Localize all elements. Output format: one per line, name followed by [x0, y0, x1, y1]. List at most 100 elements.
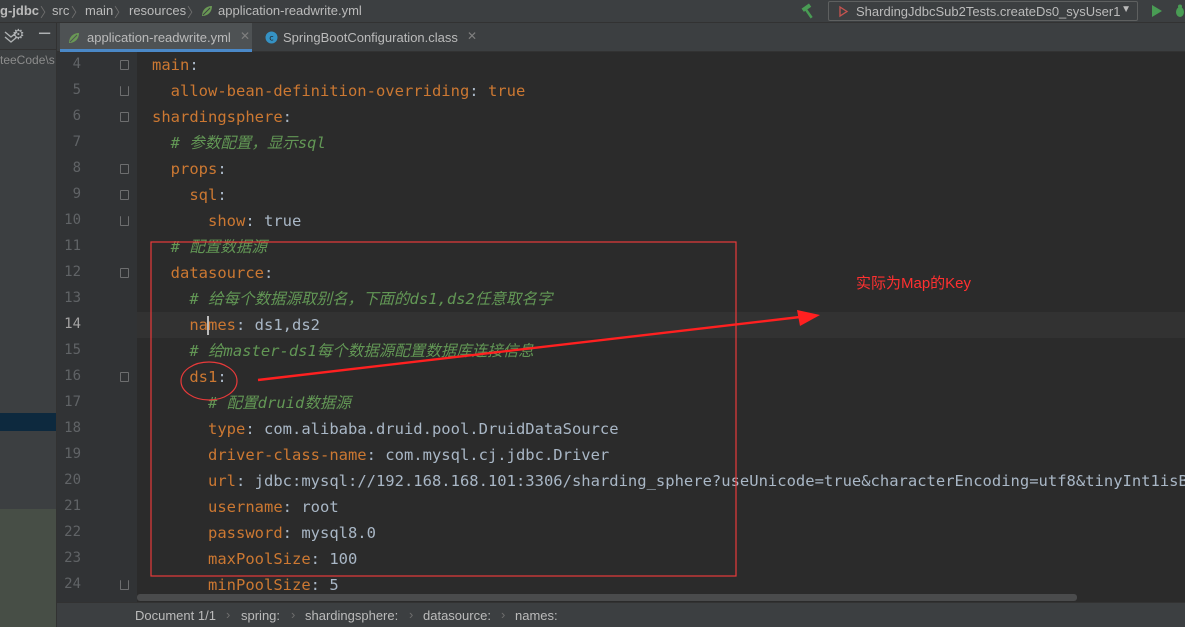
- breadcrumb-separator: ›: [501, 607, 506, 622]
- code-line[interactable]: # 给每个数据源取别名，下面的ds1,ds2任意取名字: [137, 286, 552, 312]
- code-line[interactable]: password: mysql8.0: [137, 520, 376, 546]
- breadcrumb-src[interactable]: src: [52, 3, 69, 18]
- fold-marker-icon[interactable]: [120, 190, 129, 200]
- code-editor[interactable]: main: allow-bean-definition-overriding: …: [137, 52, 1185, 602]
- breadcrumb-document[interactable]: Document 1/1: [135, 608, 216, 623]
- editor-gutter[interactable]: 4 5 6 7 8 9 10 11 12 13 14 15 16 17 18 19 20 21 22 23 24: [57, 52, 137, 602]
- breadcrumb-spring[interactable]: spring:: [241, 608, 280, 623]
- code-token: :: [469, 82, 488, 100]
- breadcrumb-datasource[interactable]: datasource:: [423, 608, 491, 623]
- line-number[interactable]: 9: [57, 186, 81, 202]
- line-number[interactable]: 23: [57, 550, 81, 566]
- breadcrumb-resources[interactable]: resources: [129, 3, 186, 18]
- code-token: : true: [245, 212, 302, 230]
- code-line[interactable]: # 给master-ds1每个数据源配置数据库连接信息: [137, 338, 533, 364]
- code-line[interactable]: datasource:: [137, 260, 274, 286]
- line-number[interactable]: 6: [57, 108, 81, 124]
- horizontal-scrollbar[interactable]: [137, 593, 1185, 602]
- fold-marker-icon[interactable]: [120, 86, 129, 96]
- project-tree-lower[interactable]: [0, 431, 56, 509]
- run-configuration-selector[interactable]: ShardingJdbcSub2Tests.createDs0_sysUser1…: [828, 1, 1138, 21]
- line-number[interactable]: 18: [57, 420, 81, 436]
- minimize-icon[interactable]: −: [37, 23, 52, 44]
- code-line[interactable]: maxPoolSize: 100: [137, 546, 357, 572]
- gear-icon[interactable]: ⚙: [12, 27, 25, 43]
- close-icon[interactable]: ✕: [467, 29, 477, 43]
- code-line[interactable]: driver-class-name: com.mysql.cj.jdbc.Dri…: [137, 442, 609, 468]
- fold-marker-icon[interactable]: [120, 580, 129, 590]
- fold-marker-icon[interactable]: [120, 60, 129, 70]
- project-tree-selected-row[interactable]: [0, 413, 56, 431]
- code-line[interactable]: shardingsphere:: [137, 104, 292, 130]
- line-number[interactable]: 16: [57, 368, 81, 384]
- code-line[interactable]: url: jdbc:mysql://192.168.168.101:3306/s…: [137, 468, 1185, 494]
- build-hammer-icon[interactable]: [800, 3, 816, 19]
- breadcrumb-file[interactable]: application-readwrite.yml: [218, 3, 362, 18]
- line-number[interactable]: 13: [57, 290, 81, 306]
- line-number[interactable]: 21: [57, 498, 81, 514]
- line-number[interactable]: 20: [57, 472, 81, 488]
- line-number[interactable]: 8: [57, 160, 81, 176]
- close-icon[interactable]: ✕: [240, 29, 250, 43]
- code-token: :: [282, 108, 292, 126]
- line-number[interactable]: 15: [57, 342, 81, 358]
- code-line[interactable]: username: root: [137, 494, 339, 520]
- code-token: : com.mysql.cj.jdbc.Driver: [366, 446, 610, 464]
- code-token: show: [208, 212, 246, 230]
- code-line[interactable]: names: ds1,ds2: [137, 312, 1185, 338]
- debug-icon[interactable]: [1172, 3, 1185, 19]
- breadcrumb-project[interactable]: g-jdbc: [0, 3, 39, 18]
- project-path: teeCode\s: [0, 53, 55, 67]
- code-token: minPoolSize: [208, 576, 311, 594]
- line-number[interactable]: 14: [57, 316, 81, 332]
- line-number[interactable]: 19: [57, 446, 81, 462]
- breadcrumb-names[interactable]: names:: [515, 608, 558, 623]
- line-number[interactable]: 24: [57, 576, 81, 592]
- run-icon[interactable]: [1150, 4, 1164, 18]
- line-number[interactable]: 11: [57, 238, 81, 254]
- fold-marker-icon[interactable]: [120, 268, 129, 278]
- line-number[interactable]: 22: [57, 524, 81, 540]
- code-line[interactable]: # 参数配置，显示sql: [137, 130, 326, 156]
- line-number[interactable]: 4: [57, 56, 81, 72]
- fold-marker-icon[interactable]: [120, 216, 129, 226]
- code-line[interactable]: # 配置druid数据源: [137, 390, 351, 416]
- code-token: :: [217, 186, 227, 204]
- line-number[interactable]: 10: [57, 212, 81, 228]
- breadcrumb-shardingsphere[interactable]: shardingsphere:: [305, 608, 398, 623]
- scrollbar-thumb[interactable]: [137, 594, 1077, 601]
- code-token: shardingsphere: [152, 108, 283, 126]
- code-line[interactable]: ds1:: [137, 364, 226, 390]
- tab-application-readwrite[interactable]: application-readwrite.yml ✕: [60, 23, 252, 52]
- code-line[interactable]: sql:: [137, 182, 227, 208]
- code-token: props: [170, 160, 218, 178]
- code-line[interactable]: allow-bean-definition-overriding: true: [137, 78, 526, 104]
- editor-tab-bar: application-readwrite.yml ✕ c SpringBoot…: [57, 23, 1185, 52]
- code-line[interactable]: main:: [137, 52, 199, 78]
- fold-marker-icon[interactable]: [120, 372, 129, 382]
- code-token: names: [189, 316, 236, 334]
- tab-springbootconfiguration[interactable]: c SpringBootConfiguration.class ✕: [257, 23, 482, 52]
- line-number[interactable]: 5: [57, 82, 81, 98]
- fold-marker-icon[interactable]: [120, 164, 129, 174]
- code-line[interactable]: # 配置数据源: [137, 234, 267, 260]
- code-token: : root: [282, 498, 339, 516]
- breadcrumb-main[interactable]: main: [85, 3, 113, 18]
- line-number[interactable]: 12: [57, 264, 81, 280]
- line-number[interactable]: 7: [57, 134, 81, 150]
- code-line[interactable]: type: com.alibaba.druid.pool.DruidDataSo…: [137, 416, 619, 442]
- line-number[interactable]: 17: [57, 394, 81, 410]
- code-line[interactable]: props:: [137, 156, 227, 182]
- code-token: url: [208, 472, 236, 490]
- structure-breadcrumbs: Document 1/1 › spring: › shardingsphere:…: [57, 602, 1185, 627]
- run-configuration-label: ShardingJdbcSub2Tests.createDs0_sysUser1: [856, 4, 1121, 19]
- project-tree[interactable]: [0, 73, 56, 413]
- fold-marker-icon[interactable]: [120, 112, 129, 122]
- code-line[interactable]: show: true: [137, 208, 301, 234]
